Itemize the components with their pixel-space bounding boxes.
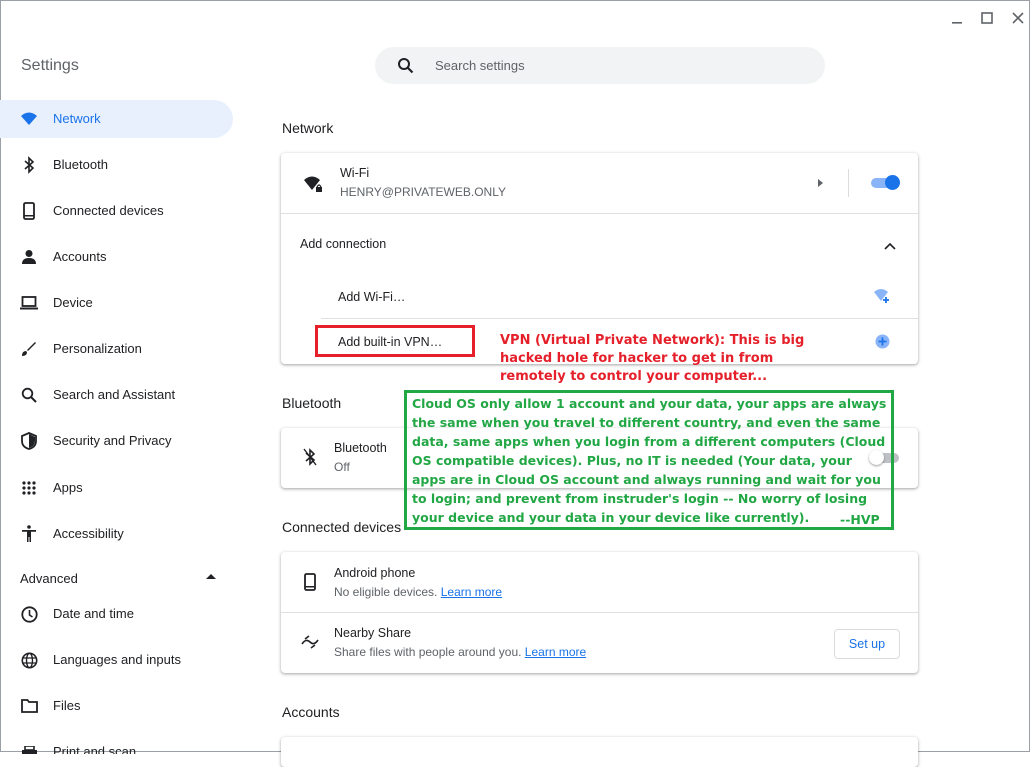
- app-title: Settings: [21, 57, 79, 74]
- person-icon: [20, 248, 38, 266]
- bluetooth-disabled-icon: [303, 448, 317, 471]
- shield-icon: [20, 432, 38, 450]
- bluetooth-icon: [20, 156, 38, 174]
- add-wifi-row[interactable]: Add Wi-Fi…: [321, 273, 918, 318]
- sidebar-item-print-scan[interactable]: Print and scan: [0, 733, 233, 754]
- sidebar-item-device[interactable]: Device: [0, 284, 233, 322]
- sidebar-item-label: Date and time: [53, 606, 134, 621]
- arrow-right-icon[interactable]: [818, 179, 823, 187]
- wifi-icon: [20, 110, 38, 128]
- sidebar-item-label: Network: [53, 111, 101, 126]
- phone-icon: [304, 573, 316, 596]
- nearby-share-subtitle-text: Share files with people around you.: [334, 645, 522, 659]
- android-phone-row[interactable]: Android phone No eligible devices. Learn…: [281, 552, 918, 612]
- add-wifi-icon: [873, 288, 891, 309]
- android-phone-subtitle-text: No eligible devices.: [334, 585, 438, 599]
- bluetooth-title: Bluetooth: [334, 441, 387, 455]
- sidebar-item-bluetooth[interactable]: Bluetooth: [0, 146, 233, 184]
- setup-button[interactable]: Set up: [834, 629, 900, 659]
- wifi-toggle[interactable]: [871, 175, 903, 191]
- search-box[interactable]: Search settings: [375, 47, 825, 84]
- apps-grid-icon: [20, 479, 38, 497]
- section-title-accounts: Accounts: [282, 704, 340, 720]
- minimize-icon: [952, 22, 962, 24]
- sidebar-item-apps[interactable]: Apps: [0, 469, 233, 507]
- folder-icon: [20, 697, 38, 715]
- sidebar-item-files[interactable]: Files: [0, 687, 233, 725]
- sidebar-item-languages[interactable]: Languages and inputs: [0, 641, 233, 679]
- sidebar-item-personalization[interactable]: Personalization: [0, 330, 233, 368]
- sidebar-item-label: Accounts: [53, 249, 107, 264]
- sidebar-item-label: Device: [53, 295, 93, 310]
- annotation-red-text: VPN (Virtual Private Network): This is b…: [500, 333, 805, 384]
- sidebar-item-label: Files: [53, 698, 81, 713]
- sidebar-item-label: Bluetooth: [53, 157, 108, 172]
- android-phone-subtitle: No eligible devices. Learn more: [334, 585, 502, 599]
- sidebar-item-date-time[interactable]: Date and time: [0, 595, 233, 633]
- add-connection-label: Add connection: [300, 237, 387, 251]
- advanced-toggle[interactable]: Advanced: [20, 571, 78, 586]
- sidebar-item-accounts[interactable]: Accounts: [0, 238, 233, 276]
- sidebar-item-accessibility[interactable]: Accessibility: [0, 515, 233, 553]
- accessibility-icon: [20, 525, 38, 543]
- minimize-button[interactable]: [947, 8, 967, 28]
- section-title-bluetooth: Bluetooth: [282, 395, 342, 411]
- search-icon: [20, 386, 38, 404]
- wifi-ssid: HENRY@PRIVATEWEB.ONLY: [340, 185, 506, 199]
- connected-devices-card: Android phone No eligible devices. Learn…: [281, 552, 918, 673]
- section-title-connected-devices: Connected devices: [282, 519, 402, 535]
- divider: [848, 169, 849, 197]
- nearby-share-title: Nearby Share: [334, 626, 412, 640]
- add-wifi-label: Add Wi-Fi…: [338, 290, 406, 304]
- nearby-share-row[interactable]: Nearby Share Share files with people aro…: [281, 613, 918, 673]
- laptop-icon: [20, 294, 38, 312]
- search-icon: [397, 57, 414, 79]
- search-input[interactable]: Search settings: [435, 58, 525, 73]
- learn-more-link[interactable]: Learn more: [441, 585, 502, 599]
- printer-icon: [20, 743, 38, 754]
- sidebar-item-label: Personalization: [53, 341, 142, 356]
- sidebar-item-label: Security and Privacy: [53, 433, 172, 448]
- chevron-up-icon[interactable]: [884, 237, 896, 255]
- phone-icon: [20, 202, 38, 220]
- wifi-row[interactable]: Wi-Fi HENRY@PRIVATEWEB.ONLY: [281, 153, 918, 213]
- nearby-share-subtitle: Share files with people around you. Lear…: [334, 645, 586, 659]
- wifi-title: Wi-Fi: [340, 166, 370, 180]
- maximize-icon: [981, 12, 993, 24]
- sidebar-item-connected-devices[interactable]: Connected devices: [0, 192, 233, 230]
- sidebar-item-label: Print and scan: [53, 744, 137, 754]
- clock-icon: [20, 605, 38, 623]
- brush-icon: [20, 340, 38, 358]
- annotation-red-box: [315, 325, 475, 357]
- sidebar-item-label: Languages and inputs: [53, 652, 181, 667]
- bluetooth-status: Off: [334, 460, 350, 474]
- sidebar-item-security-privacy[interactable]: Security and Privacy: [0, 422, 233, 460]
- android-phone-title: Android phone: [334, 566, 416, 580]
- maximize-button[interactable]: [977, 8, 997, 28]
- add-circle-icon: [875, 334, 890, 354]
- accounts-card[interactable]: [281, 737, 918, 767]
- toggle-knob: [885, 175, 900, 190]
- caret-up-icon[interactable]: [206, 574, 216, 579]
- globe-icon: [20, 651, 38, 669]
- section-title-network: Network: [282, 120, 334, 136]
- learn-more-link[interactable]: Learn more: [525, 645, 586, 659]
- add-connection-row[interactable]: Add connection: [281, 214, 918, 272]
- close-button[interactable]: [1008, 8, 1028, 28]
- sidebar-item-label: Search and Assistant: [53, 387, 176, 402]
- annotation-green-text: Cloud OS only allow 1 account and your d…: [412, 396, 887, 525]
- nearby-share-icon: [301, 635, 319, 654]
- sidebar-item-label: Accessibility: [53, 526, 124, 541]
- close-icon: [1012, 12, 1024, 24]
- sidebar-item-search-assistant[interactable]: Search and Assistant: [0, 376, 233, 414]
- wifi-locked-icon: [303, 175, 323, 198]
- sidebar-item-label: Apps: [53, 480, 83, 495]
- sidebar-item-network[interactable]: Network: [0, 100, 233, 138]
- sidebar-item-label: Connected devices: [53, 203, 164, 218]
- annotation-signature: --HVP: [840, 512, 880, 527]
